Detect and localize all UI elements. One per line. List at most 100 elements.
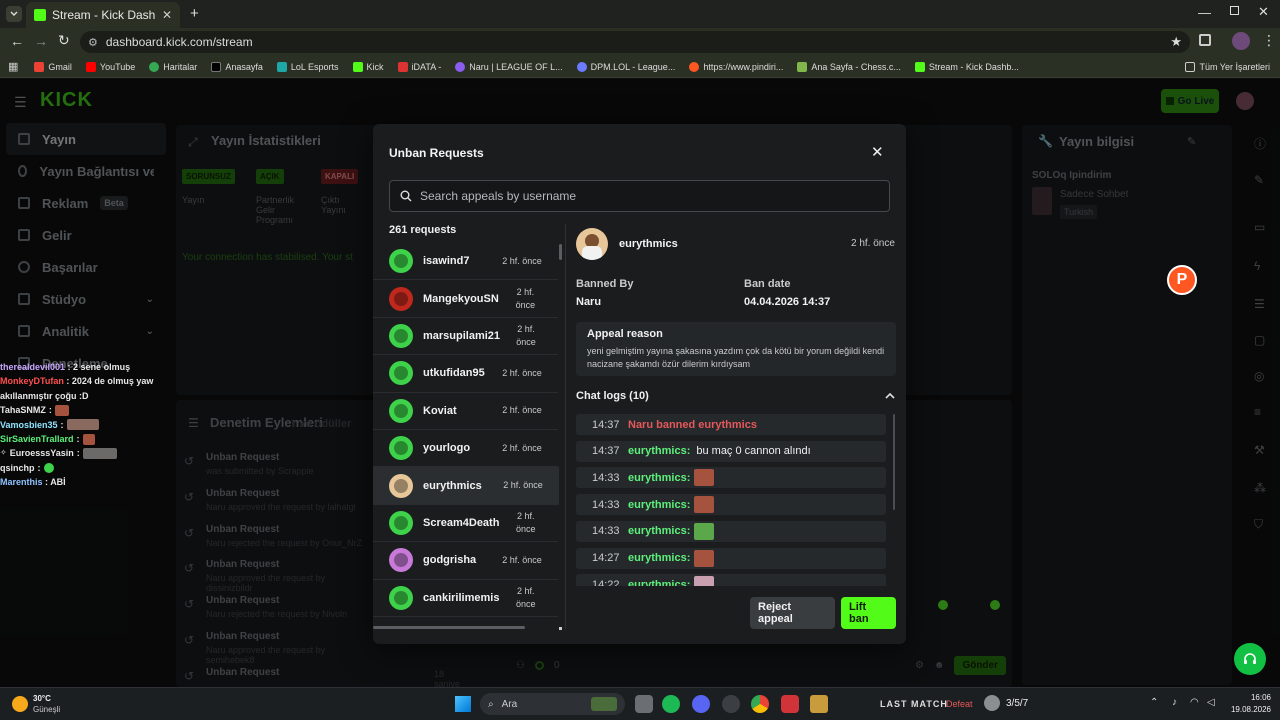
request-row[interactable]: utkufidan95 2 hf. önce <box>373 355 558 393</box>
search-highlight-image <box>591 697 617 711</box>
bookmark-star-icon[interactable]: ★ <box>1170 34 1182 50</box>
emote-image <box>54 404 69 416</box>
url-text: dashboard.kick.com/stream <box>105 35 253 49</box>
chat-message: MonkeyDTufan : 2024 de olmuş yaw akıllan… <box>0 376 154 401</box>
league-icon[interactable] <box>810 695 828 713</box>
chat-message: ✧ EuroesssYasin : <box>0 446 175 460</box>
windows-taskbar: 30°C Güneşli ⌕ Ara LAST MATCH Defeat 3/5… <box>0 687 1280 720</box>
task-view-icon[interactable] <box>635 695 653 713</box>
bookmarks-bar: ▦ Gmail YouTube Haritalar Anasayfa LoL E… <box>0 56 1280 78</box>
log-username: eurythmics: <box>628 498 691 511</box>
bookmark-dpm[interactable]: DPM.LOL - League... <box>576 61 675 72</box>
bookmark-idata[interactable]: iDATA - <box>397 61 441 72</box>
tab-search-button[interactable] <box>6 6 22 22</box>
search-input[interactable] <box>420 189 879 203</box>
user-avatar <box>389 286 413 311</box>
bookmark-gmail[interactable]: Gmail <box>34 61 72 72</box>
taskbar-search[interactable]: ⌕ Ara <box>480 693 625 715</box>
tab-kick-dashboard[interactable]: Stream - Kick Dashboard ✕ <box>26 2 180 28</box>
volume-icon[interactable]: ◁ <box>1207 697 1215 708</box>
emote-icon <box>938 600 948 610</box>
close-modal-button[interactable]: ✕ <box>871 143 884 161</box>
new-tab-button[interactable]: + <box>190 5 199 22</box>
emote-image <box>82 433 95 445</box>
windows-start-icon[interactable] <box>455 696 471 712</box>
chat-logs-label: Chat logs (10) <box>576 390 649 402</box>
chevron-up-icon[interactable] <box>885 392 895 399</box>
menu-icon[interactable]: ⋮ <box>1262 32 1276 49</box>
request-time: 2 hf. önce <box>502 255 542 266</box>
weather-temp[interactable]: 30°C <box>33 694 51 703</box>
close-window-button[interactable]: ✕ <box>1258 4 1269 20</box>
log-username: eurythmics: <box>628 552 691 564</box>
avatar-inner-icon <box>394 254 408 269</box>
bookmark-chess[interactable]: Ana Sayfa - Chess.c... <box>797 61 901 72</box>
profile-avatar[interactable] <box>1232 32 1250 50</box>
log-system-text: Naru banned eurythmics <box>628 418 757 431</box>
kick-icon <box>352 61 363 72</box>
search-icon <box>400 190 412 202</box>
log-username: eurythmics: <box>628 445 691 458</box>
user-avatar <box>389 585 413 610</box>
steam-icon[interactable] <box>722 695 740 713</box>
forward-button[interactable]: → <box>34 33 48 49</box>
chrome-icon[interactable] <box>751 695 769 713</box>
tab-close-icon[interactable]: ✕ <box>162 8 172 22</box>
reject-appeal-button[interactable]: Reject appeal <box>750 597 835 629</box>
clock-time[interactable]: 16:06 <box>1235 693 1271 702</box>
bookmark-x[interactable]: Anasayfa <box>211 61 263 72</box>
log-username: eurythmics: <box>628 525 691 538</box>
bookmark-naru[interactable]: Naru | LEAGUE OF L... <box>455 61 563 72</box>
pindirim-floating-icon[interactable]: P <box>1167 265 1197 295</box>
weather-text[interactable]: Güneşli <box>33 705 60 714</box>
list-scrollbar[interactable] <box>559 244 562 260</box>
bookmark-kick-dashboard[interactable]: Stream - Kick Dashb... <box>914 61 1019 72</box>
lift-ban-button[interactable]: Lift ban <box>841 597 896 629</box>
minimize-button[interactable]: — <box>1198 5 1211 20</box>
log-time: 14:33 <box>592 498 620 511</box>
extensions-icon[interactable] <box>1199 34 1211 46</box>
maximize-button[interactable] <box>1230 6 1239 15</box>
request-row[interactable]: MangekyouSN 2 hf. önce <box>373 280 558 318</box>
champion-icon <box>984 695 1000 711</box>
clock-date[interactable]: 19.08.2026 <box>1226 705 1271 714</box>
tab-title: Stream - Kick Dashboard <box>52 8 156 22</box>
gmail-icon <box>34 61 45 72</box>
bookmark-maps[interactable]: Haritalar <box>149 61 197 72</box>
all-bookmarks[interactable]: Tüm Yer İşaretleri <box>1185 61 1270 72</box>
reload-button[interactable]: ↻ <box>58 32 70 49</box>
riot-client-icon[interactable] <box>781 695 799 713</box>
address-bar[interactable]: ⚙ dashboard.kick.com/stream ★ <box>80 31 1190 53</box>
horizontal-scrollbar[interactable] <box>373 626 525 629</box>
bookmark-youtube[interactable]: YouTube <box>85 61 135 72</box>
emote-image <box>66 419 99 431</box>
user-avatar <box>389 249 413 274</box>
site-info-icon[interactable]: ⚙ <box>88 36 98 49</box>
spotify-icon[interactable] <box>662 695 680 713</box>
search-appeals-field[interactable] <box>389 180 890 212</box>
log-time: 14:37 <box>592 418 620 431</box>
back-button[interactable]: ← <box>10 33 24 49</box>
microphone-icon[interactable]: ♪ <box>1172 697 1177 708</box>
discord-icon[interactable] <box>692 695 710 713</box>
appeal-reason-text: yeni gelmiştim yayına şakasına yazdım ço… <box>587 346 885 369</box>
tray-chevron-icon[interactable]: ⌃ <box>1150 697 1158 708</box>
log-time: 14:37 <box>592 445 620 458</box>
help-button[interactable] <box>1234 643 1266 675</box>
logs-scrollbar[interactable] <box>893 414 895 510</box>
request-username: marsupilami21 <box>423 329 501 342</box>
scroll-corner <box>559 627 562 630</box>
wifi-icon[interactable]: ◠ <box>1190 697 1199 708</box>
x-icon <box>211 61 222 72</box>
request-row[interactable]: marsupilami21 2 hf. önce <box>373 318 558 356</box>
bookmark-kick[interactable]: Kick <box>352 61 384 72</box>
user-avatar <box>389 323 413 348</box>
emote-image <box>694 469 715 487</box>
unban-requests-modal: Unban Requests ✕ 261 requests isawind7 2 … <box>373 124 906 644</box>
kick-favicon-icon <box>34 9 46 21</box>
request-row[interactable]: isawind7 2 hf. önce <box>373 243 558 281</box>
bookmark-pindirim[interactable]: https://www.pindiri... <box>689 61 783 72</box>
detail-username: eurythmics <box>619 238 678 250</box>
apps-grid-icon[interactable]: ▦ <box>8 60 18 73</box>
bookmark-lol-esports[interactable]: LoL Esports <box>276 61 339 72</box>
